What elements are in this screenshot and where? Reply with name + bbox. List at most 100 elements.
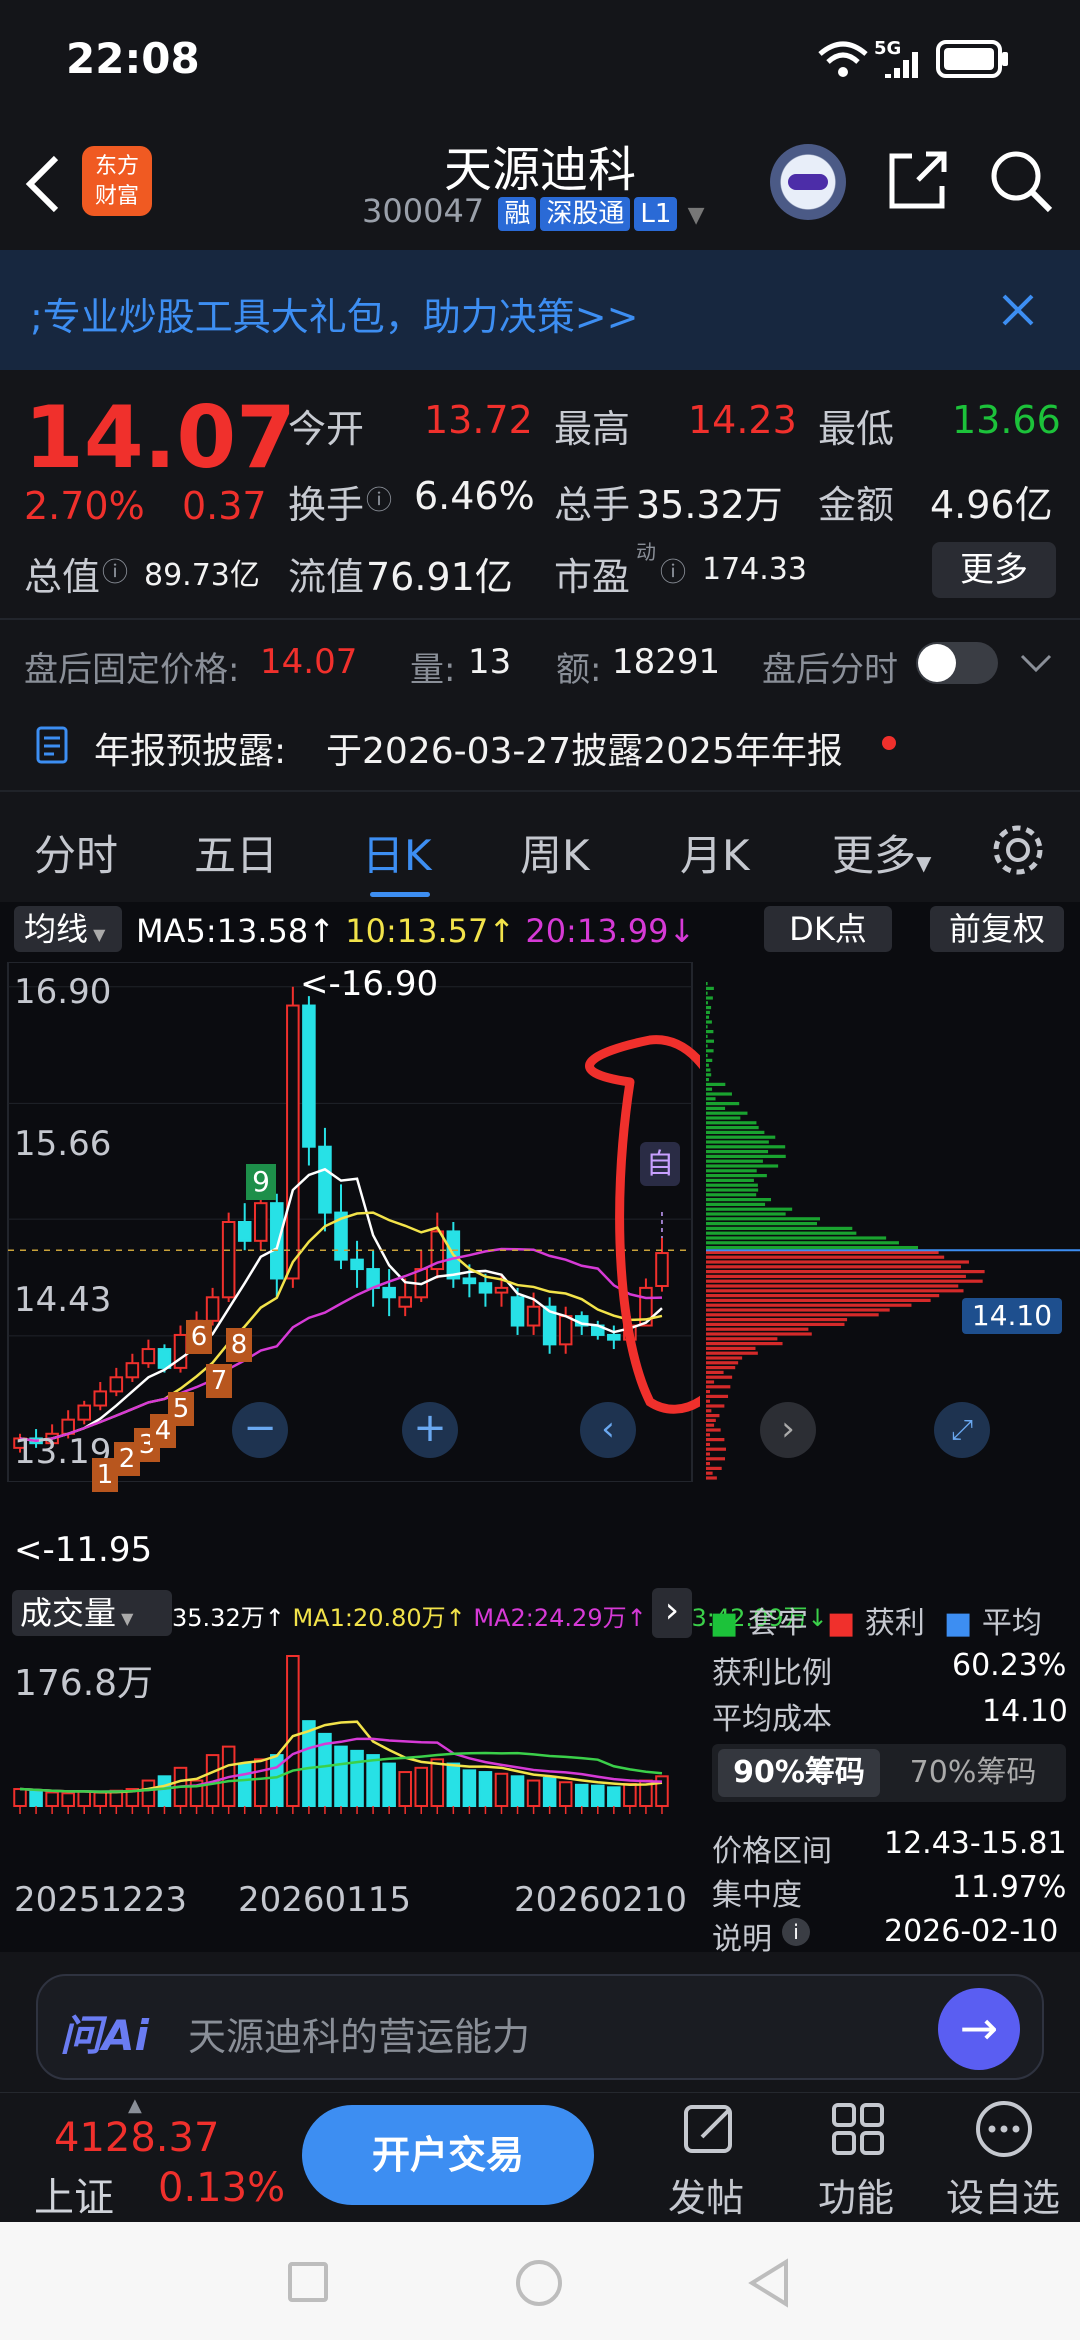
- chip-bar: [706, 1265, 961, 1269]
- zoom-in-button[interactable]: +: [402, 1402, 458, 1458]
- chip-bar: [706, 1150, 769, 1154]
- scroll-right-button[interactable]: ›: [760, 1402, 816, 1458]
- volume-bar: [510, 1775, 525, 1808]
- recent-apps-icon[interactable]: [288, 2262, 328, 2302]
- info-icon[interactable]: ⓘ: [102, 552, 128, 589]
- volume-bar: [398, 1771, 412, 1807]
- chevron-right-icon[interactable]: ›: [652, 1588, 692, 1638]
- legend-trapped: 套牢: [747, 1606, 808, 1641]
- gear-icon[interactable]: [990, 822, 1046, 878]
- chip-bar: [706, 1370, 724, 1374]
- tab-weekly-k[interactable]: 周K: [520, 822, 590, 883]
- candle-body: [382, 1286, 396, 1299]
- info-icon[interactable]: i: [782, 1918, 810, 1946]
- volume-bar: [334, 1745, 348, 1808]
- zoom-out-button[interactable]: −: [232, 1402, 288, 1458]
- arrow-right-icon[interactable]: →: [938, 1988, 1020, 2070]
- dk-point-select[interactable]: DK点: [764, 906, 892, 952]
- tab-monthly-k[interactable]: 月K: [680, 822, 750, 883]
- chip-bar: [706, 1174, 767, 1178]
- stock-code-row[interactable]: 300047 融深股通 L1 ▼: [362, 192, 704, 231]
- volume-bar: [302, 1720, 316, 1807]
- chip-bar: [706, 1087, 713, 1091]
- candle-body: [141, 1348, 156, 1365]
- search-icon[interactable]: [988, 148, 1054, 214]
- ask-ai-input[interactable]: 问Ai 天源迪科的营运能力 →: [36, 1974, 1044, 2080]
- back-nav-icon[interactable]: [746, 2258, 792, 2308]
- candle-body: [462, 1277, 477, 1285]
- candle-body: [350, 1258, 364, 1271]
- date-label: 20260115: [238, 1880, 412, 1920]
- chip-bar: [706, 1202, 766, 1206]
- caret-down-icon: ▼: [88, 925, 106, 944]
- tab-intraday[interactable]: 分时: [34, 822, 118, 883]
- chip-bar: [706, 1270, 985, 1274]
- grid-function-icon[interactable]: [830, 2101, 888, 2159]
- level-tag: L1: [634, 197, 678, 231]
- adjust-select[interactable]: 前复权: [930, 906, 1064, 952]
- high-label: 最高: [554, 407, 631, 451]
- status-bar: 22:08 5G: [0, 0, 1080, 120]
- candle-body: [270, 1202, 284, 1280]
- tab-chip-90[interactable]: 90%筹码: [718, 1749, 880, 1797]
- chip-bar: [706, 1313, 879, 1317]
- tab-chip-70[interactable]: 70%筹码: [892, 1749, 1054, 1797]
- open-account-trade-button[interactable]: 开户交易: [302, 2105, 594, 2205]
- chip-bar: [706, 1063, 709, 1067]
- chip-bar: [706, 1447, 726, 1451]
- home-icon[interactable]: [516, 2260, 562, 2306]
- chevron-down-icon[interactable]: [1020, 652, 1052, 674]
- chip-bar: [706, 1236, 887, 1240]
- avg-cost-value: 14.10: [982, 1694, 1068, 1729]
- chip-bar: [706, 1121, 757, 1125]
- post-label[interactable]: 发帖: [668, 2167, 744, 2222]
- signal-icon: [885, 52, 918, 78]
- volume-bar: [542, 1777, 557, 1807]
- tab-more[interactable]: 更多▼: [832, 822, 931, 883]
- close-icon[interactable]: [1000, 292, 1036, 328]
- fullscreen-icon[interactable]: ⤢: [934, 1402, 990, 1458]
- chip-bar: [706, 1183, 758, 1187]
- after-hours-amt-label: 额:: [556, 650, 602, 690]
- edit-post-icon[interactable]: [682, 2101, 738, 2157]
- info-icon[interactable]: ⓘ: [660, 552, 686, 589]
- volume-select[interactable]: 成交量 ▼: [12, 1590, 172, 1636]
- chip-bar: [706, 1241, 899, 1245]
- pe-label: 市盈: [554, 555, 631, 599]
- change-value: 0.37: [182, 484, 267, 528]
- share-icon[interactable]: [886, 148, 950, 212]
- unread-dot: [882, 736, 896, 750]
- promo-banner[interactable]: ;专业炒股工具大礼包，助力决策>>: [0, 250, 1080, 370]
- chip-bar: [706, 1274, 966, 1278]
- scroll-left-button[interactable]: ‹: [580, 1402, 636, 1458]
- more-dots-icon[interactable]: [974, 2099, 1034, 2159]
- function-label[interactable]: 功能: [818, 2167, 894, 2222]
- index-name[interactable]: 上证: [34, 2165, 114, 2223]
- indicator-select[interactable]: 均线 ▼: [14, 906, 122, 952]
- margin-tag: 融: [498, 197, 537, 231]
- avg-cost-label: 平均成本: [712, 1702, 832, 1737]
- tab-five-day[interactable]: 五日: [194, 822, 278, 883]
- volume-bar: [253, 1758, 268, 1807]
- chevron-down-icon: ▼: [687, 203, 705, 228]
- volume-bar: [462, 1769, 477, 1807]
- add-watchlist-label[interactable]: 设自选: [946, 2167, 1060, 2222]
- td-count: 7: [206, 1364, 232, 1398]
- volume-bar: [29, 1789, 43, 1807]
- info-icon[interactable]: ⓘ: [366, 480, 392, 517]
- robot-avatar-icon[interactable]: [770, 144, 846, 220]
- system-nav-bar: [0, 2222, 1080, 2340]
- tab-daily-k[interactable]: 日K: [362, 822, 432, 883]
- notice-text[interactable]: 于2026-03-27披露2025年年报: [326, 722, 843, 774]
- date-label: 20260210: [514, 1880, 688, 1920]
- chip-bar: [706, 1342, 783, 1346]
- chip-bar: [706, 1452, 710, 1456]
- more-button[interactable]: 更多: [932, 542, 1056, 598]
- volume-bar: [77, 1790, 91, 1807]
- chip-bar: [706, 1231, 857, 1235]
- candle-body: [93, 1390, 108, 1407]
- index-value[interactable]: 4128.37: [54, 2115, 219, 2161]
- after-hours-toggle[interactable]: [916, 642, 998, 684]
- notice-label: 年报预披露:: [94, 731, 287, 772]
- volume-bar: [414, 1766, 429, 1807]
